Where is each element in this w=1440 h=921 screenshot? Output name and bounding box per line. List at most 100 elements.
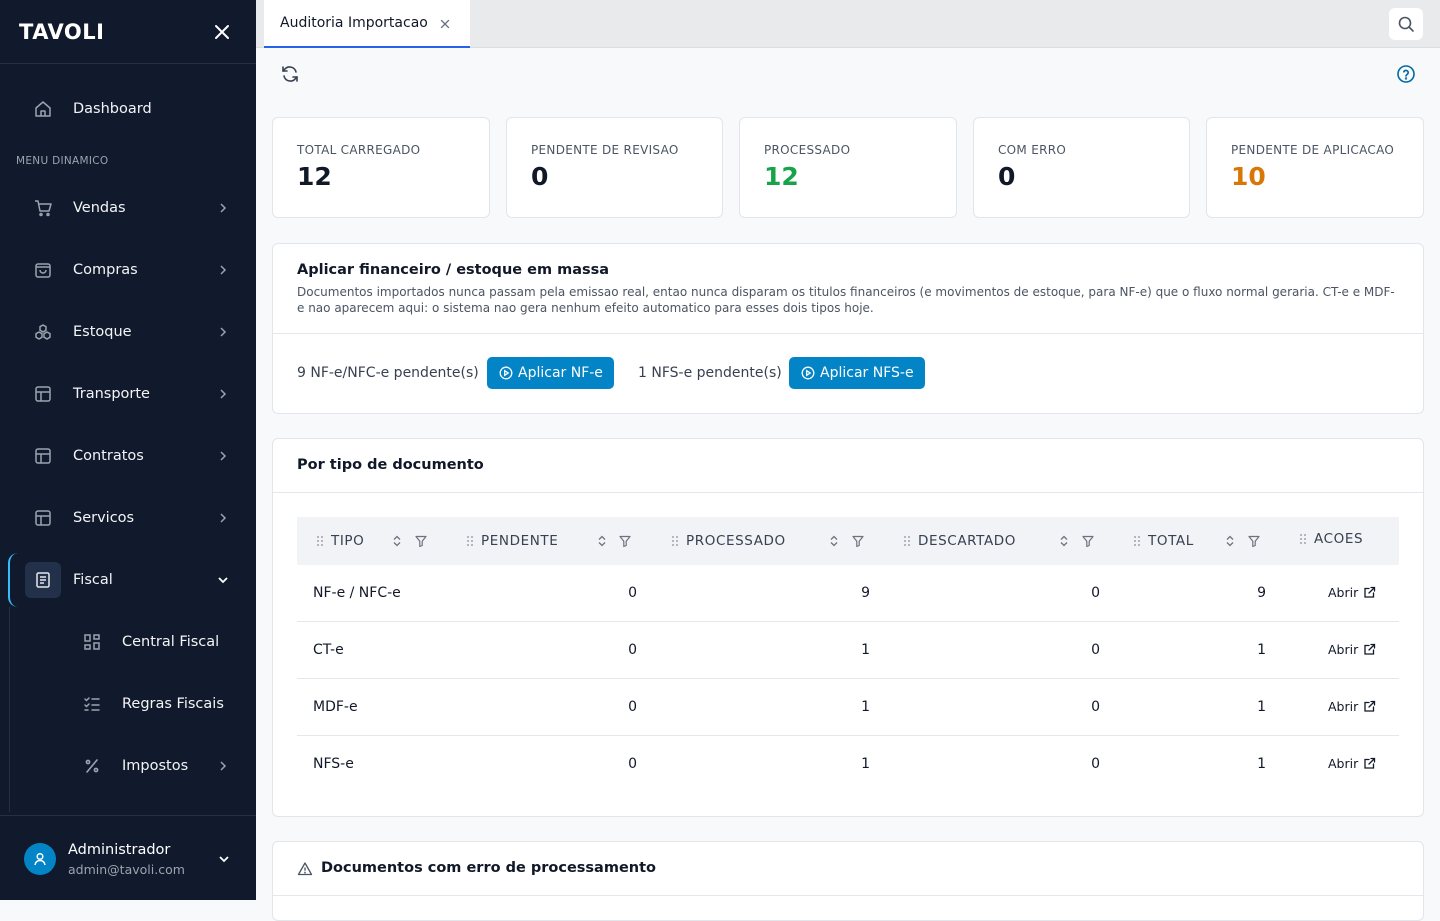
chevron-down-icon	[218, 577, 228, 584]
column-header-descartado[interactable]: DESCARTADO	[902, 517, 1016, 565]
search-icon	[1398, 16, 1414, 32]
table-row: NFS-e 0 1 0 1 Abrir	[297, 736, 1399, 793]
apply-nfe-label: Aplicar NF-e	[518, 365, 603, 381]
user-icon	[34, 852, 46, 866]
stat-card-pendente-aplicacao: PENDENTE DE APLICACAO 10	[1206, 117, 1424, 218]
cell-tipo: CT-e	[313, 642, 344, 658]
sort-icon[interactable]	[595, 534, 609, 548]
user-menu[interactable]: Administrador admin@tavoli.com	[0, 815, 256, 900]
search-button[interactable]	[1389, 8, 1423, 40]
page-toolbar	[256, 48, 1440, 100]
sidebar-item-label: Transporte	[73, 386, 150, 402]
help-icon[interactable]	[1396, 64, 1416, 84]
open-link[interactable]: Abrir	[1328, 756, 1376, 771]
drag-handle-icon[interactable]	[1132, 534, 1142, 548]
filter-icon[interactable]	[851, 534, 865, 548]
open-link[interactable]: Abrir	[1328, 642, 1376, 657]
sort-icon[interactable]	[390, 534, 404, 548]
divider	[273, 333, 1423, 334]
chevron-right-icon	[220, 513, 227, 523]
chevron-right-icon	[220, 203, 227, 213]
column-header-tipo[interactable]: TIPO	[315, 517, 364, 565]
sidebar-subitem-impostos[interactable]: Impostos	[0, 746, 256, 786]
stat-card-pendente-revisao: PENDENTE DE REVISAO 0	[506, 117, 723, 218]
column-header-total[interactable]: TOTAL	[1132, 517, 1194, 565]
filter-icon[interactable]	[1081, 534, 1095, 548]
sort-icon[interactable]	[1223, 534, 1237, 548]
filter-icon[interactable]	[414, 534, 428, 548]
chevron-right-icon	[220, 265, 227, 275]
open-link[interactable]: Abrir	[1328, 585, 1376, 600]
tab-auditoria-importacao[interactable]: Auditoria Importacao	[264, 0, 470, 48]
drag-handle-icon[interactable]	[315, 534, 325, 548]
chevron-down-icon[interactable]	[216, 851, 232, 867]
bulk-apply-card: Aplicar financeiro / estoque em massa Do…	[272, 243, 1424, 414]
errors-card: Documentos com erro de processamento	[272, 841, 1424, 921]
sidebar-subitem-label: Impostos	[122, 758, 189, 774]
close-tab-icon[interactable]	[438, 17, 452, 31]
sort-icon[interactable]	[827, 534, 841, 548]
cell-tipo: NFS-e	[313, 756, 354, 772]
drag-handle-icon[interactable]	[465, 534, 475, 548]
apply-nfe-button[interactable]: Aplicar NF-e	[487, 357, 614, 389]
column-header-processado[interactable]: PROCESSADO	[670, 517, 786, 565]
sidebar-item-compras[interactable]: Compras	[0, 250, 256, 290]
stat-card-processado: PROCESSADO 12	[739, 117, 957, 218]
sidebar-item-contratos[interactable]: Contratos	[0, 436, 256, 476]
sidebar-item-fiscal[interactable]: Fiscal	[0, 560, 256, 600]
sidebar-subitem-regras-fiscais[interactable]: Regras Fiscais	[0, 684, 256, 724]
checklist-icon	[84, 697, 100, 711]
sidebar-item-estoque[interactable]: Estoque	[0, 312, 256, 352]
sidebar-subitem-central-fiscal[interactable]: Central Fiscal	[0, 622, 256, 662]
sidebar-subitem-label: Regras Fiscais	[122, 696, 224, 712]
cart-icon	[35, 200, 52, 217]
chevron-right-icon	[220, 327, 227, 337]
stat-value: 12	[297, 162, 332, 191]
cell-descartado: 0	[1091, 585, 1100, 601]
tab-bar: Auditoria Importacao	[256, 0, 1440, 48]
cell-total: 1	[1257, 642, 1266, 658]
sidebar-item-transporte[interactable]: Transporte	[0, 374, 256, 414]
warning-icon	[297, 862, 313, 876]
sidebar-item-label: Estoque	[73, 324, 132, 340]
column-header-pendente[interactable]: PENDENTE	[465, 517, 558, 565]
open-link[interactable]: Abrir	[1328, 699, 1376, 714]
sort-icon[interactable]	[1057, 534, 1071, 548]
cell-descartado: 0	[1091, 756, 1100, 772]
layout-icon	[35, 448, 51, 464]
apply-nfse-label: Aplicar NFS-e	[820, 365, 914, 381]
close-icon[interactable]	[212, 22, 232, 42]
filter-icon[interactable]	[1247, 534, 1261, 548]
receipt-icon	[36, 572, 50, 588]
column-label: TOTAL	[1148, 533, 1194, 549]
drag-handle-icon[interactable]	[1298, 532, 1308, 546]
sidebar-item-dashboard[interactable]: Dashboard	[0, 89, 256, 129]
stat-card-com-erro: COM ERRO 0	[973, 117, 1190, 218]
grid-icon	[84, 634, 100, 650]
sidebar-item-vendas[interactable]: Vendas	[0, 188, 256, 228]
column-label: DESCARTADO	[918, 533, 1017, 549]
drag-handle-icon[interactable]	[902, 534, 912, 548]
cell-total: 1	[1257, 699, 1266, 715]
filter-icon[interactable]	[618, 534, 632, 548]
chevron-right-icon	[220, 389, 227, 399]
sidebar-item-servicos[interactable]: Servicos	[0, 498, 256, 538]
apply-nfse-button[interactable]: Aplicar NFS-e	[789, 357, 925, 389]
stat-label: COM ERRO	[998, 143, 1067, 157]
by-type-title: Por tipo de documento	[297, 457, 484, 473]
open-label: Abrir	[1328, 699, 1359, 714]
divider	[273, 492, 1423, 493]
bulk-apply-title: Aplicar financeiro / estoque em massa	[297, 262, 610, 278]
cell-tipo: NF-e / NFC-e	[313, 585, 401, 601]
drag-handle-icon[interactable]	[670, 534, 680, 548]
column-label: PROCESSADO	[686, 533, 786, 549]
refresh-icon[interactable]	[280, 64, 300, 84]
cell-pendente: 0	[628, 756, 637, 772]
cell-total: 9	[1257, 585, 1266, 601]
by-type-card: Por tipo de documento TIPO PENDENTE PROC…	[272, 438, 1424, 817]
table-row: NF-e / NFC-e 0 9 0 9 Abrir	[297, 565, 1399, 622]
avatar	[24, 843, 56, 875]
nfse-pending-count: 1 NFS-e pendente(s)	[638, 365, 782, 381]
external-link-icon	[1364, 643, 1376, 655]
stat-card-total-carregado: TOTAL CARREGADO 12	[272, 117, 490, 218]
